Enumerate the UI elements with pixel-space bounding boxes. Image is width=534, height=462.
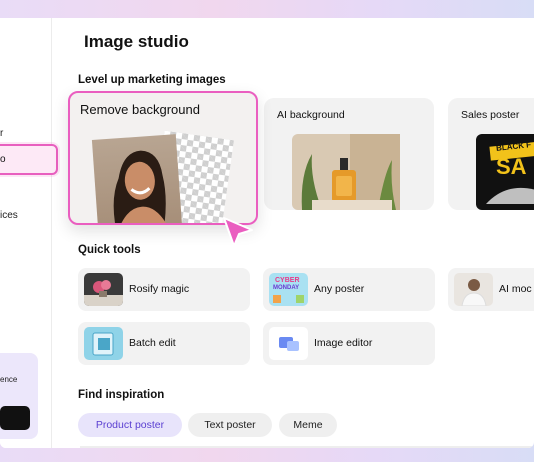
card-label: Sales poster: [461, 109, 520, 121]
sidebar-item-label: o: [0, 154, 6, 165]
tool-label: AI moc: [499, 283, 532, 295]
chip-text-poster[interactable]: Text poster: [188, 413, 272, 437]
tool-label: Image editor: [314, 337, 373, 349]
rosify-thumbnail: [84, 273, 123, 306]
perfume-image: [292, 134, 400, 210]
promo-button[interactable]: [0, 406, 30, 430]
tool-image-editor[interactable]: Image editor: [263, 322, 435, 365]
section-heading-quick-tools: Quick tools: [78, 244, 141, 256]
card-label: AI background: [277, 109, 345, 121]
sidebar: r o ices ence: [0, 18, 58, 448]
page-title: Image studio: [84, 32, 189, 51]
promo-text: ence: [0, 375, 18, 384]
tool-batch-edit[interactable]: Batch edit: [78, 322, 250, 365]
chip-product-poster[interactable]: Product poster: [78, 413, 182, 437]
tool-label: Rosify magic: [129, 283, 190, 295]
card-sales-poster[interactable]: Sales poster BLACK F SA: [448, 98, 534, 210]
sales-poster-line2: SA: [496, 154, 527, 179]
cursor-arrow-icon: [223, 217, 253, 247]
section-heading-find-inspiration: Find inspiration: [78, 389, 165, 401]
sidebar-item-partial-1[interactable]: r: [0, 128, 3, 139]
card-ai-background[interactable]: AI background: [264, 98, 434, 210]
sidebar-item-active[interactable]: o: [0, 144, 58, 175]
ai-model-thumbnail: [454, 273, 493, 306]
card-remove-background[interactable]: Remove background: [68, 91, 258, 225]
tool-label: Any poster: [314, 283, 365, 295]
card-label: Remove background: [80, 102, 200, 117]
tool-any-poster[interactable]: CYBER MONDAY Any poster: [263, 268, 435, 311]
chip-meme[interactable]: Meme: [279, 413, 337, 437]
gallery-preview-strip: [80, 446, 534, 448]
tool-rosify-magic[interactable]: Rosify magic: [78, 268, 250, 311]
any-poster-thumb-line2: MONDAY: [273, 285, 300, 291]
image-editor-thumbnail: [269, 327, 308, 360]
any-poster-thumb-line1: CYBER: [275, 277, 300, 284]
sidebar-item-partial-3[interactable]: ices: [0, 210, 18, 221]
batch-edit-thumbnail: [84, 327, 123, 360]
any-poster-thumbnail: CYBER MONDAY: [269, 273, 308, 306]
app-window: r o ices ence Image studio Level up mark…: [0, 18, 534, 448]
portrait-photo: [91, 134, 183, 223]
tool-label: Batch edit: [129, 337, 176, 349]
promo-card: ence: [0, 353, 38, 439]
section-heading-level-up: Level up marketing images: [78, 74, 226, 86]
tool-ai-model[interactable]: AI moc: [448, 268, 534, 311]
